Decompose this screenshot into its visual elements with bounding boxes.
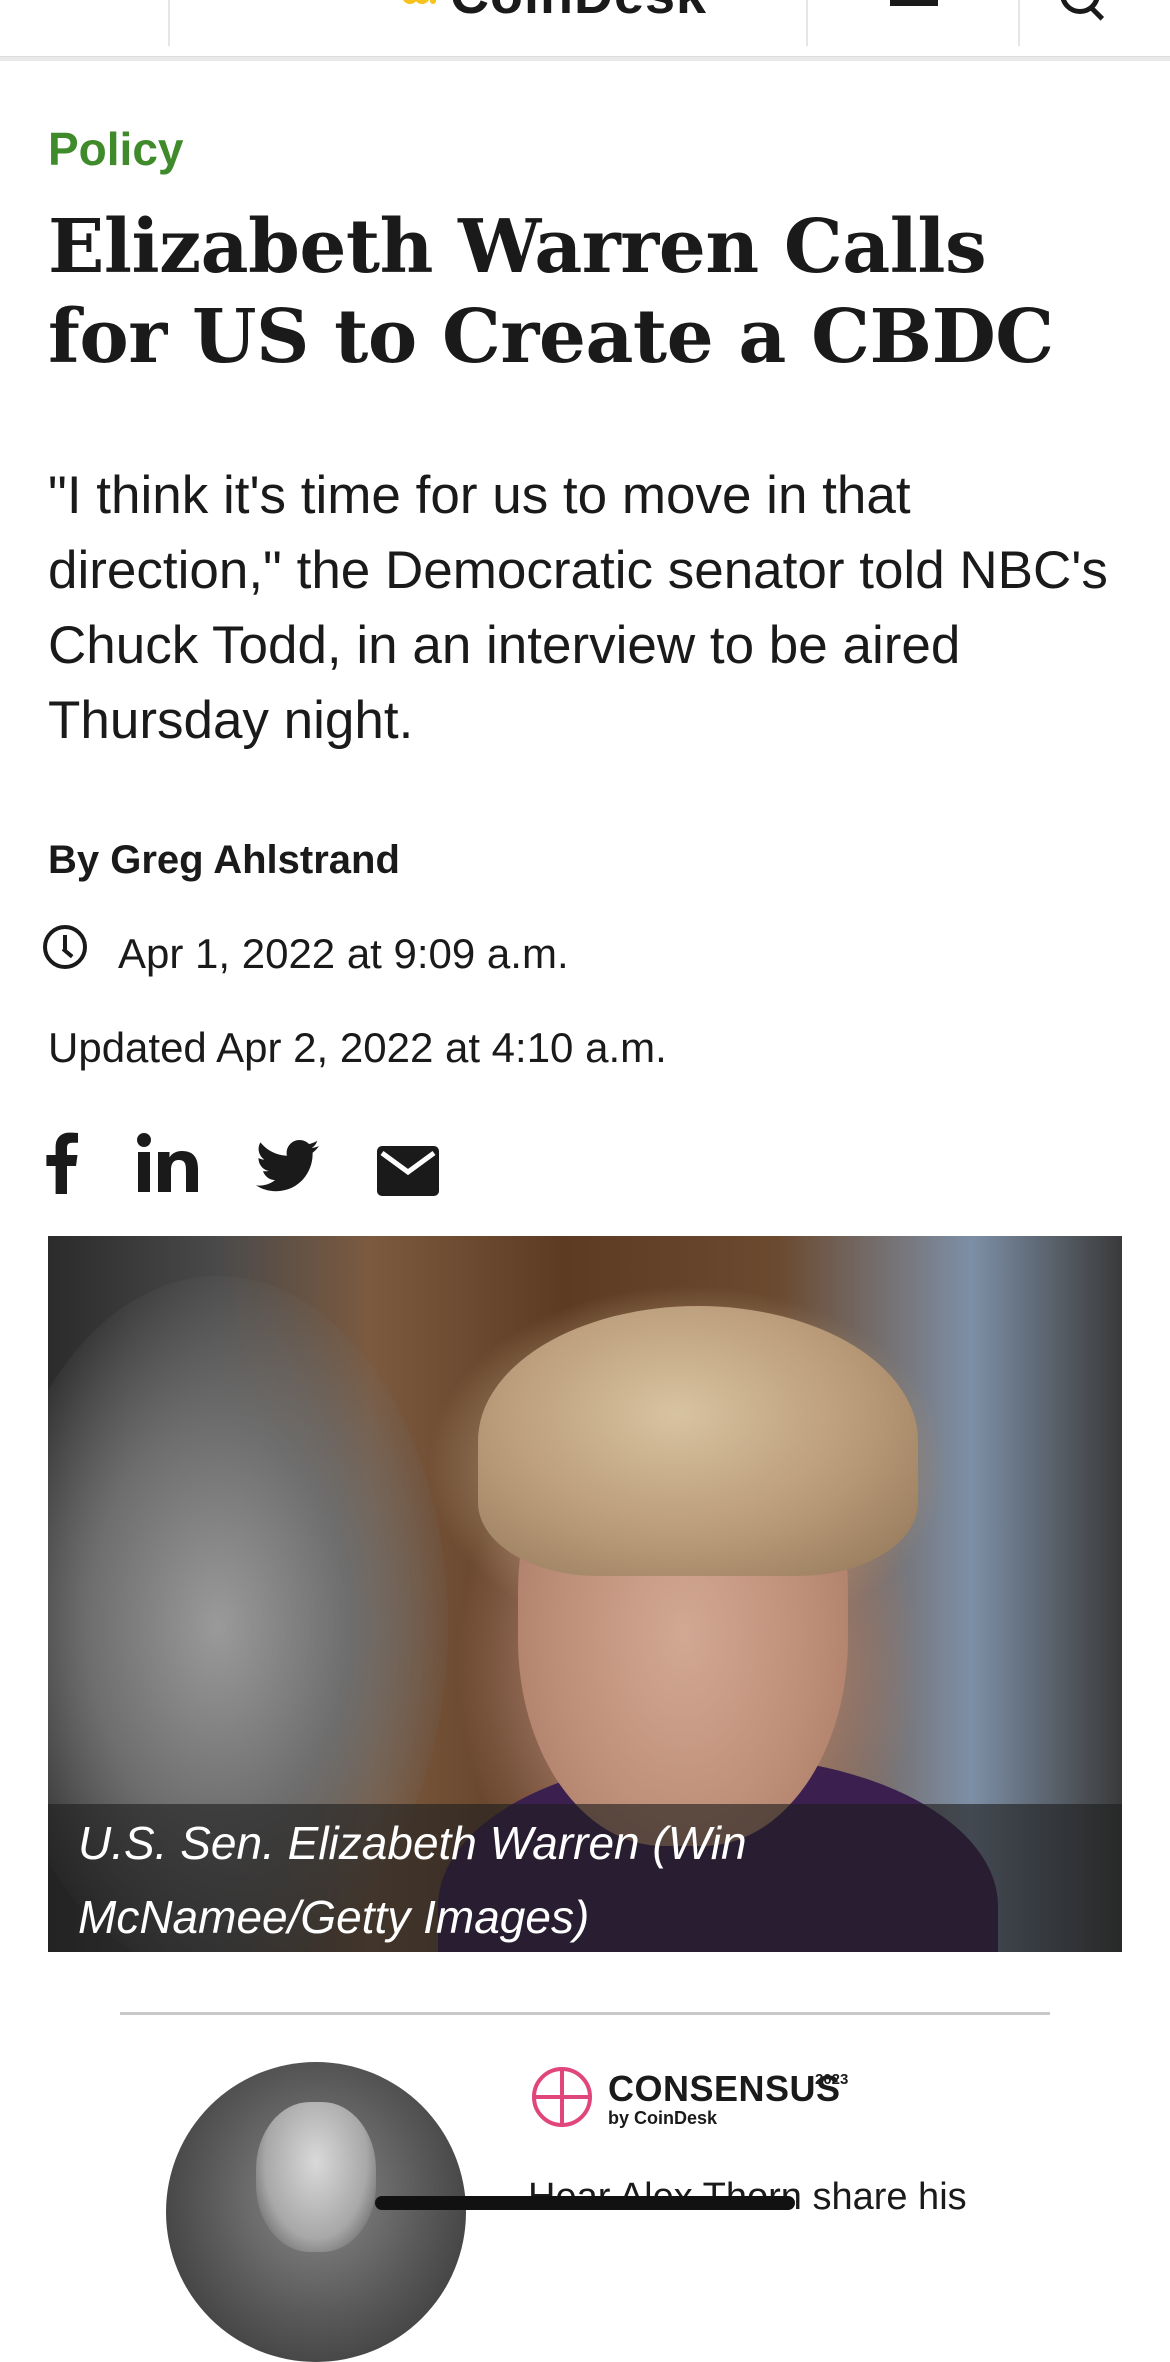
article-subheadline: "I think it's time for us to move in tha…: [48, 466, 1108, 750]
consensus-logo-icon: [532, 2067, 592, 2127]
published-date: Apr 1, 2022 at 9:09 a.m.: [118, 930, 569, 977]
subject-hair: [478, 1306, 918, 1576]
site-logo[interactable]: CoinDesk: [400, 0, 707, 22]
author-byline[interactable]: By Greg Ahlstrand: [48, 838, 400, 883]
home-indicator: [375, 2196, 795, 2210]
nav-left-slot[interactable]: [8, 0, 168, 46]
speaker-avatar: [166, 2062, 466, 2362]
nav-separator: [806, 0, 808, 46]
image-caption: U.S. Sen. Elizabeth Warren (Win McNamee/…: [78, 1817, 747, 1943]
article-headline: Elizabeth Warren Calls for US to Create …: [48, 204, 1054, 380]
search-icon[interactable]: [1060, 0, 1100, 14]
article-hero-image: U.S. Sen. Elizabeth Warren (Win McNamee/…: [48, 1236, 1122, 1952]
email-icon[interactable]: [376, 1132, 440, 1196]
consensus-year: 2023: [815, 2071, 849, 2088]
section-divider: [120, 2012, 1050, 2015]
top-navigation-bar: CoinDesk: [0, 0, 1170, 57]
facebook-icon[interactable]: [44, 1132, 80, 1194]
nav-separator: [1018, 0, 1020, 46]
consensus-brand[interactable]: CONSENSUS: [608, 2068, 841, 2110]
twitter-icon[interactable]: [256, 1132, 320, 1194]
coindesk-logo-icon: [400, 0, 440, 12]
linkedin-icon[interactable]: [136, 1132, 200, 1194]
updated-date: Updated Apr 2, 2022 at 4:10 a.m.: [48, 1024, 667, 1071]
hamburger-menu-icon[interactable]: [890, 0, 938, 6]
nav-separator: [168, 0, 170, 46]
consensus-byline: by CoinDesk: [608, 2108, 718, 2128]
logo-text: CoinDesk: [450, 0, 707, 22]
clock-icon: [43, 925, 87, 969]
article-category-link[interactable]: Policy: [48, 122, 184, 176]
